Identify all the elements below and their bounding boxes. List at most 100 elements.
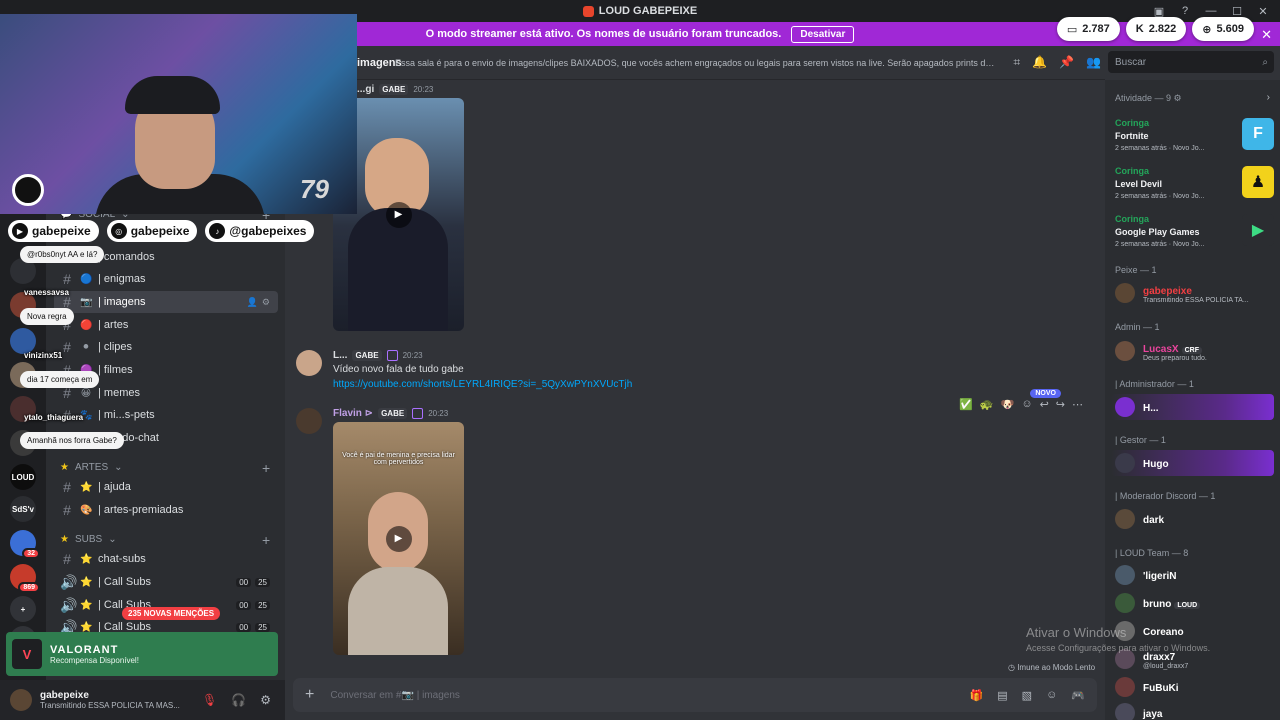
minimize-icon[interactable]: — [1200,5,1222,17]
message-author[interactable]: ...gi [357,84,374,95]
chevron-right-icon[interactable]: › [1267,92,1270,103]
headphones-icon[interactable]: 🎧 [231,693,246,707]
server-icon[interactable]: SdS'v [10,496,36,522]
search-placeholder: Buscar [1115,56,1147,68]
message-hover-toolbar: ✅ 🐢 🐶 ☺ ↩ ↪ ⋯ [959,398,1083,411]
member-item[interactable]: dark [1111,506,1274,532]
disable-streamer-button[interactable]: Desativar [791,25,855,43]
member-item[interactable]: bruno LOUD [1111,590,1274,616]
member-status: Transmitindo ESSA POLICIA TA... [1143,296,1249,304]
activity-meta: 2 semanas atrás · Novo Jo... [1115,241,1205,248]
voice-user-count: 00 [236,577,252,587]
play-icon[interactable]: ▶ [385,525,412,552]
activity-card[interactable]: Coringa Google Play Games 2 semanas atrás … [1111,212,1274,254]
activity-card[interactable]: Coringa Fortnite 2 semanas atrás · Novo Jo… [1111,116,1274,158]
apps-icon[interactable]: 🎮 [1071,689,1085,702]
bell-icon[interactable]: 🔔 [1032,55,1047,70]
channel-emoji-icon: ⭐ [80,621,93,633]
gear-icon[interactable]: ⚙ [260,693,271,707]
member-item[interactable]: H... [1111,394,1274,420]
activity-card[interactable]: Coringa Level Devil 2 semanas atrás · Novo… [1111,164,1274,206]
channel-item[interactable]: # 🎨 | artes-premiadas [54,499,278,521]
server-icon[interactable]: LOUD [10,464,36,490]
gif-icon[interactable]: ▤ [997,689,1007,702]
role-tag: GABE [352,350,382,361]
message-author[interactable]: L... [333,350,347,361]
close-icon[interactable]: ✕ [1252,5,1274,18]
chevron-down-icon: ⌄ [114,462,123,473]
avatar[interactable] [296,350,322,376]
youtube-icon: ▶ [12,223,28,239]
check-reaction-icon[interactable]: ✅ [959,398,973,411]
video-attachment[interactable]: Você é pai de menina e precisa lidar com… [333,422,464,655]
forward-icon[interactable]: ↪ [1056,398,1065,411]
gift-icon[interactable]: 🎁 [970,689,984,702]
maximize-icon[interactable]: ☐ [1226,5,1248,18]
channel-item[interactable]: # 🐾 | mi...s-pets [54,404,278,426]
member-name: FuBuKi [1143,683,1179,694]
valorant-promo-card[interactable]: V VALORANT Recompensa Disponível! [6,632,278,676]
chat-bubble: @r0bs0nyt AA e lá? [20,246,105,263]
voice-counts: 00 25 [236,577,270,587]
member-item[interactable]: draxx7 @loud_draxx7 [1111,646,1274,672]
channel-item[interactable]: # 🔵 | enigmas [54,268,278,290]
gear-icon[interactable]: ⚙ [1174,93,1182,103]
avatar[interactable] [296,408,322,434]
member-name: draxx7 [1143,651,1176,663]
pill-value: 5.609 [1216,23,1244,35]
category-artes[interactable]: ★ ARTES ⌄ + [60,460,270,476]
server-icon[interactable]: + [10,596,36,622]
activity-user: Coringa [1115,214,1150,224]
emoji-icon[interactable]: ☺ [1046,689,1057,702]
threads-icon[interactable]: ⌗ [1013,55,1020,70]
channel-item[interactable]: # ⭐ chat-subs [54,548,278,570]
sticker-icon[interactable]: ▧ [1022,689,1032,702]
video-caption: Você é pai de menina e precisa lidar com… [342,452,455,466]
member-item[interactable]: Coreano [1111,618,1274,644]
channel-item[interactable]: 🔊 ⭐ | Call Subs 00 25 [54,571,278,593]
reaction-icon[interactable]: 🐢 [980,398,994,411]
add-channel-icon[interactable]: + [262,532,270,548]
member-item[interactable]: 'ligeriN [1111,562,1274,588]
banner-close-icon[interactable]: ✕ [1261,27,1272,43]
channel-item[interactable]: # 🔴 | artes [54,314,278,336]
members-icon[interactable]: 👥 [1086,55,1101,70]
gear-icon[interactable]: ⚙ [262,297,270,308]
add-channel-icon[interactable]: + [262,460,270,476]
channel-item[interactable]: # ⚫ | clipes [54,336,278,358]
message-author[interactable]: Flavin ⊳ [333,408,373,419]
attach-plus-icon[interactable]: + [305,686,314,704]
message-composer[interactable]: + Conversar em #📷 | imagens 🎁 ▤ ▧ ☺ 🎮 [293,678,1097,712]
play-icon[interactable]: ▶ [385,201,412,228]
more-options-icon[interactable]: ⋯ [1072,398,1083,411]
invite-icon[interactable]: 👤 [247,297,258,308]
member-item[interactable]: jaya [1111,700,1274,720]
channel-topic[interactable]: Essa sala é para o envio de imagens/clip… [395,58,995,68]
avatar[interactable] [10,689,32,711]
mic-muted-icon[interactable]: 🎙 [202,693,217,707]
pin-icon[interactable]: 📌 [1059,55,1074,70]
message-link[interactable]: https://youtube.com/shorts/LEYRL4IRIQE?s… [333,379,632,390]
member-item[interactable]: FuBuKi [1111,674,1274,700]
channel-item[interactable]: # ⭐ | ajuda [54,476,278,498]
reaction-icon[interactable]: 🐶 [1001,398,1015,411]
server-icon[interactable]: 869 [10,564,40,593]
reply-icon[interactable]: ↩ [1040,398,1049,411]
role-group-header: | Administrador — 1 [1115,379,1194,389]
search-input[interactable]: Buscar ⌕ [1108,51,1274,73]
channel-emoji-icon: ⚫ [81,341,91,353]
channel-actions: 👤 ⚙ [247,297,270,308]
channel-item[interactable]: # 📷 | imagens 👤 ⚙ [54,291,278,313]
help-icon[interactable]: ? [1174,5,1196,17]
member-item[interactable]: gabepeixe Transmitindo ESSA POLICIA TA... [1111,280,1274,306]
chevron-down-icon: ⌄ [108,534,117,545]
add-reaction-icon[interactable]: ☺ [1021,398,1032,411]
category-subs[interactable]: ★ SUBS ⌄ + [60,532,270,548]
chat-overlay-message: Nova regra [20,308,74,325]
new-mentions-pill[interactable]: 235 NOVAS MENÇÕES [122,607,221,620]
voice-user-limit: 25 [255,577,270,587]
inbox-icon[interactable]: ▣ [1148,5,1170,18]
member-item[interactable]: LucasX CRF Deus preparou tudo. [1111,338,1274,364]
server-icon[interactable]: 32 [10,530,40,559]
member-item[interactable]: Hugo [1111,450,1274,476]
